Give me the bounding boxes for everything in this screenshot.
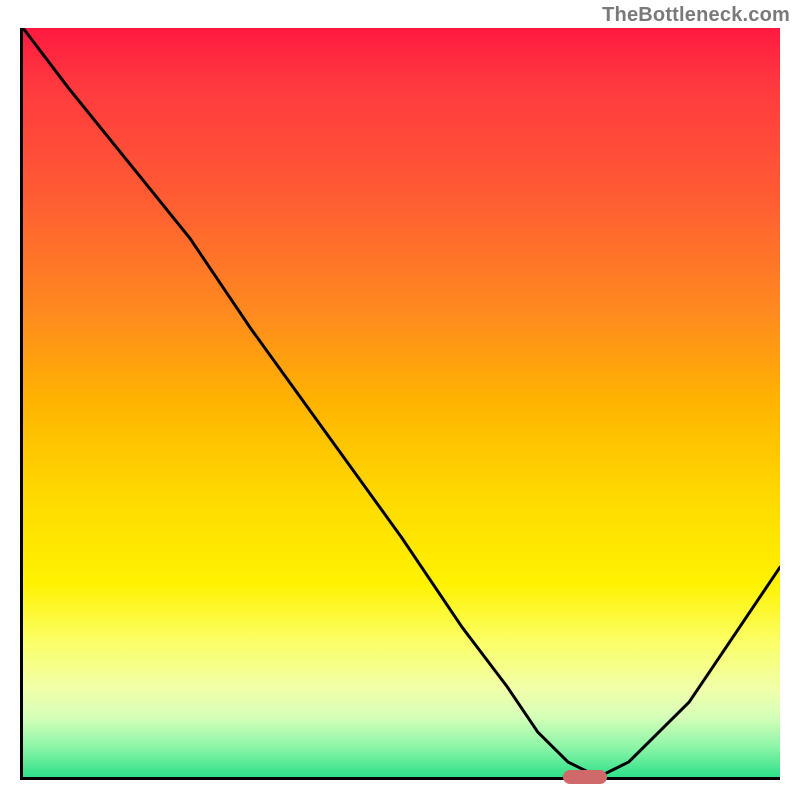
watermark-text: TheBottleneck.com bbox=[602, 4, 790, 27]
chart-line-layer bbox=[23, 28, 780, 777]
optimal-marker bbox=[563, 770, 607, 784]
bottleneck-curve-path bbox=[23, 28, 780, 777]
chart-plot-area bbox=[20, 28, 780, 780]
